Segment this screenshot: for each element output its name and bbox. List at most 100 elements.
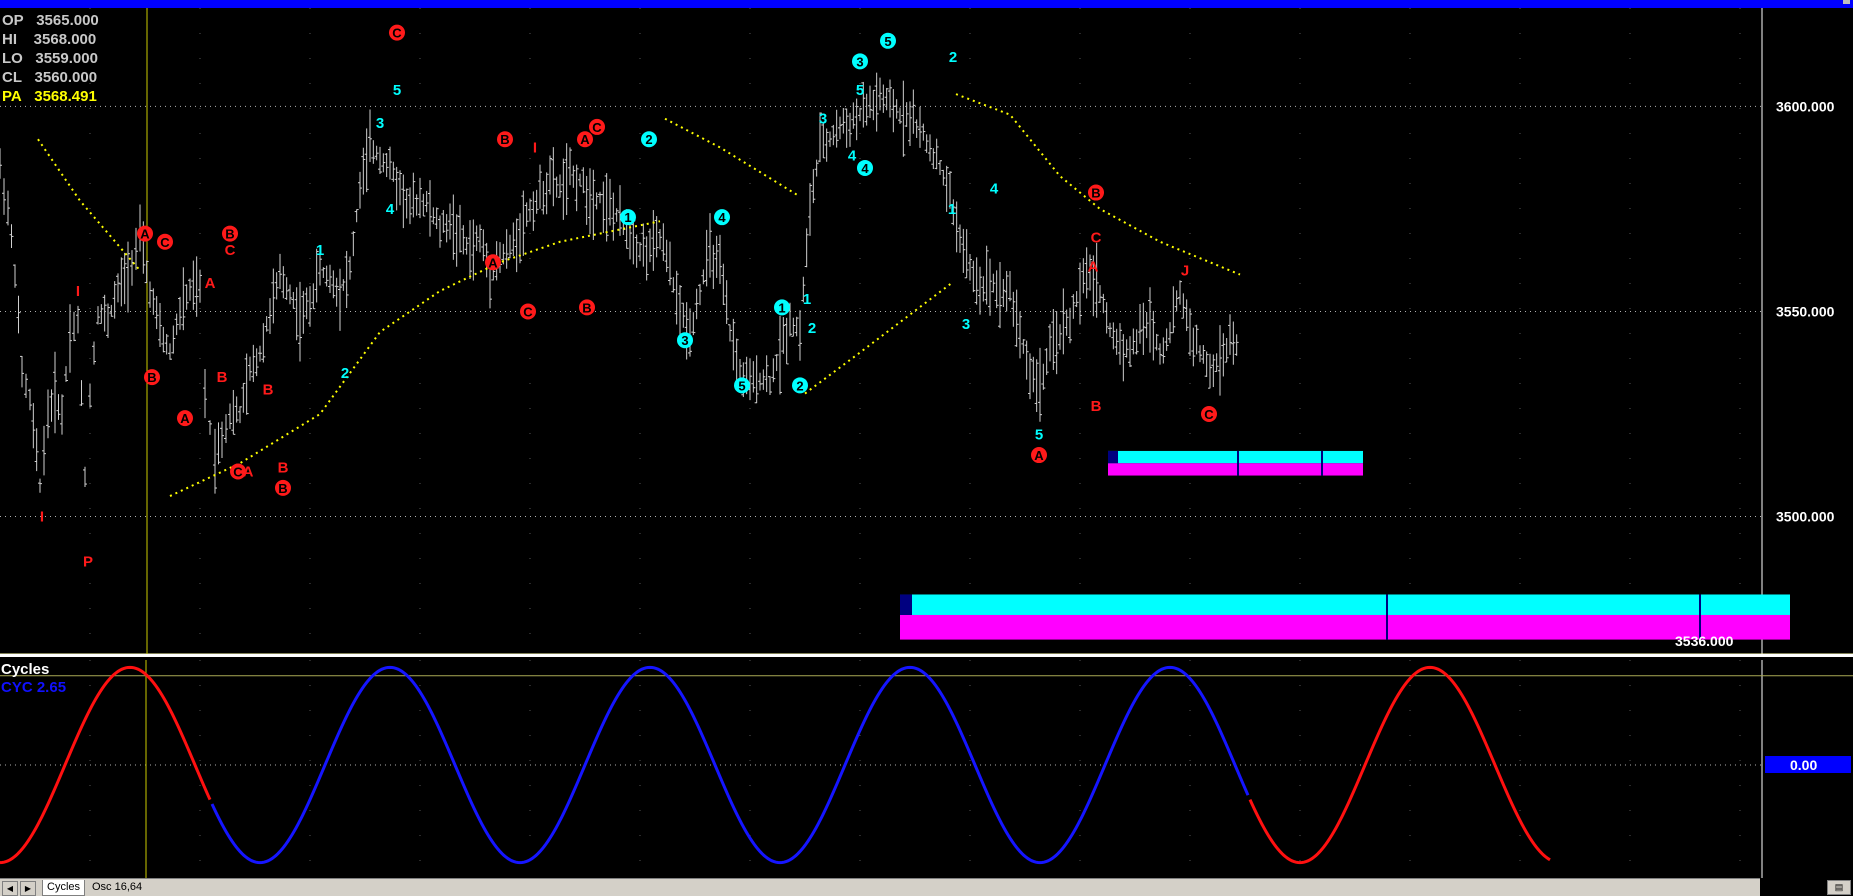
wave-label: C xyxy=(225,242,236,259)
price-tick-label: 3550.000 xyxy=(1776,303,1835,319)
wave-label: B xyxy=(263,381,274,398)
wave-label-text: A xyxy=(243,463,254,480)
wave-label: B xyxy=(1091,398,1102,415)
wave-label: J xyxy=(1181,262,1189,279)
wave-label-text: C xyxy=(1204,407,1214,422)
osc-zero-label: 0.00 xyxy=(1790,757,1817,773)
osc-pane-subtitle: CYC 2.65 xyxy=(1,679,67,696)
projection-start-marker xyxy=(900,594,912,615)
wave-label: 3 xyxy=(677,332,693,349)
wave-label-text: B xyxy=(1091,398,1102,415)
wave-label-text: A xyxy=(180,411,190,426)
wave-label: 2 xyxy=(808,320,816,337)
op-row: OP 3565.000 xyxy=(2,12,99,29)
wave-label-text: A xyxy=(1034,448,1044,463)
tab-cycles[interactable]: Cycles xyxy=(42,880,86,896)
wave-label: 2 xyxy=(341,365,349,382)
wave-label-text: C xyxy=(225,242,236,259)
wave-label: 4 xyxy=(714,209,730,226)
wave-label-text: J xyxy=(1181,262,1189,279)
wave-label: B xyxy=(222,225,238,242)
window-corner-mark xyxy=(1843,0,1850,4)
wave-label: A xyxy=(205,275,216,292)
wave-label-text: A xyxy=(205,275,216,292)
triangle-left-icon[interactable]: ◀ xyxy=(2,881,18,896)
wave-label-text: A xyxy=(580,132,590,147)
wave-label: C xyxy=(1091,230,1102,247)
wave-label-text: 4 xyxy=(718,210,726,225)
wave-label: A xyxy=(1031,447,1047,464)
wave-label: 3 xyxy=(819,111,827,128)
wave-label-text: C xyxy=(160,235,170,250)
wave-label-text: P xyxy=(83,554,93,571)
wave-label: B xyxy=(1088,184,1104,201)
wave-label: 5 xyxy=(856,82,864,99)
op-value: 3565.000 xyxy=(36,12,99,29)
wave-label-text: 3 xyxy=(376,115,384,132)
cycles-oscillator-chart[interactable]: 0.00 xyxy=(0,660,1853,878)
wave-label: 5 xyxy=(734,377,750,394)
wave-label-text: C xyxy=(592,120,602,135)
wave-label: A xyxy=(1088,258,1099,275)
wave-label-text: I xyxy=(76,283,80,300)
lo-value: 3559.000 xyxy=(35,50,98,67)
wave-label-text: B xyxy=(1091,186,1100,201)
wave-label: B xyxy=(217,369,228,386)
cl-row: CL 3560.000 xyxy=(2,69,98,86)
wave-label: B xyxy=(278,459,289,476)
wave-label-text: 3 xyxy=(681,333,688,348)
wave-label: 1 xyxy=(948,201,956,218)
pane-separator[interactable] xyxy=(0,654,1853,657)
pa-value: 3568.491 xyxy=(34,88,97,105)
triangle-right-icon[interactable]: ▶ xyxy=(20,881,36,896)
projection-magenta-band xyxy=(900,614,1790,640)
wave-label: 4 xyxy=(857,159,873,176)
projection-magenta-band xyxy=(1108,463,1363,476)
wave-label: A xyxy=(577,131,593,148)
wave-label: C xyxy=(520,303,536,320)
wave-label-text: B xyxy=(500,132,509,147)
wave-label: 1 xyxy=(316,242,324,259)
wave-label-text: 2 xyxy=(645,132,652,147)
wave-label: P xyxy=(83,554,93,571)
ohlc-readout: OP 3565.000 HI 3568.000 LO 3559.000 CL 3… xyxy=(2,11,99,106)
wave-label: C xyxy=(1201,406,1217,423)
wave-label-text: 4 xyxy=(990,180,999,197)
projection-start-marker xyxy=(1108,450,1118,464)
wave-label: 3 xyxy=(376,115,384,132)
projection-bar-2 xyxy=(900,594,1790,640)
wave-label-text: 2 xyxy=(808,320,816,337)
pa-row: PA 3568.491 xyxy=(2,88,97,105)
wave-label-text: 3 xyxy=(856,54,863,69)
wave-label-text: 4 xyxy=(848,148,857,165)
footer-value-label: 3536.000 xyxy=(1675,633,1734,649)
wave-label-text: A xyxy=(488,255,498,270)
wave-label: A xyxy=(243,463,254,480)
window-titlebar xyxy=(0,0,1853,8)
tab-bar: ◀ ▶ Cycles Osc 16,64 xyxy=(0,878,1760,896)
wave-label: 5 xyxy=(880,32,896,49)
wave-label-text: C xyxy=(523,304,533,319)
price-chart[interactable]: IIPACBAABBCBC A BB12C534B I AC2AC B1 431 125 233… xyxy=(0,8,1853,656)
wave-label: B xyxy=(579,299,595,316)
wave-label: I xyxy=(76,283,80,300)
wave-label-text: 1 xyxy=(803,291,811,308)
wave-label-text: 5 xyxy=(738,378,745,393)
wave-label-text: 5 xyxy=(393,82,401,99)
wave-label-text: 5 xyxy=(856,82,864,99)
ruler-icon[interactable]: ▤ xyxy=(1827,880,1851,895)
wave-label-text: 1 xyxy=(948,201,956,218)
tab-osc[interactable]: Osc 16,64 xyxy=(88,880,146,895)
wave-label: 3 xyxy=(852,53,868,70)
wave-label-text: 1 xyxy=(624,210,631,225)
wave-label-text: B xyxy=(217,369,228,386)
wave-label-text: C xyxy=(1091,230,1102,247)
wave-label: B xyxy=(275,479,291,496)
wave-label: 4 xyxy=(990,180,999,197)
wave-label: 4 xyxy=(386,201,395,218)
wave-label-text: 2 xyxy=(796,378,803,393)
wave-label-text: A xyxy=(140,227,150,242)
wave-label-text: 2 xyxy=(949,49,957,66)
wave-label-text: 3 xyxy=(962,316,970,333)
wave-label: 1 xyxy=(803,291,811,308)
